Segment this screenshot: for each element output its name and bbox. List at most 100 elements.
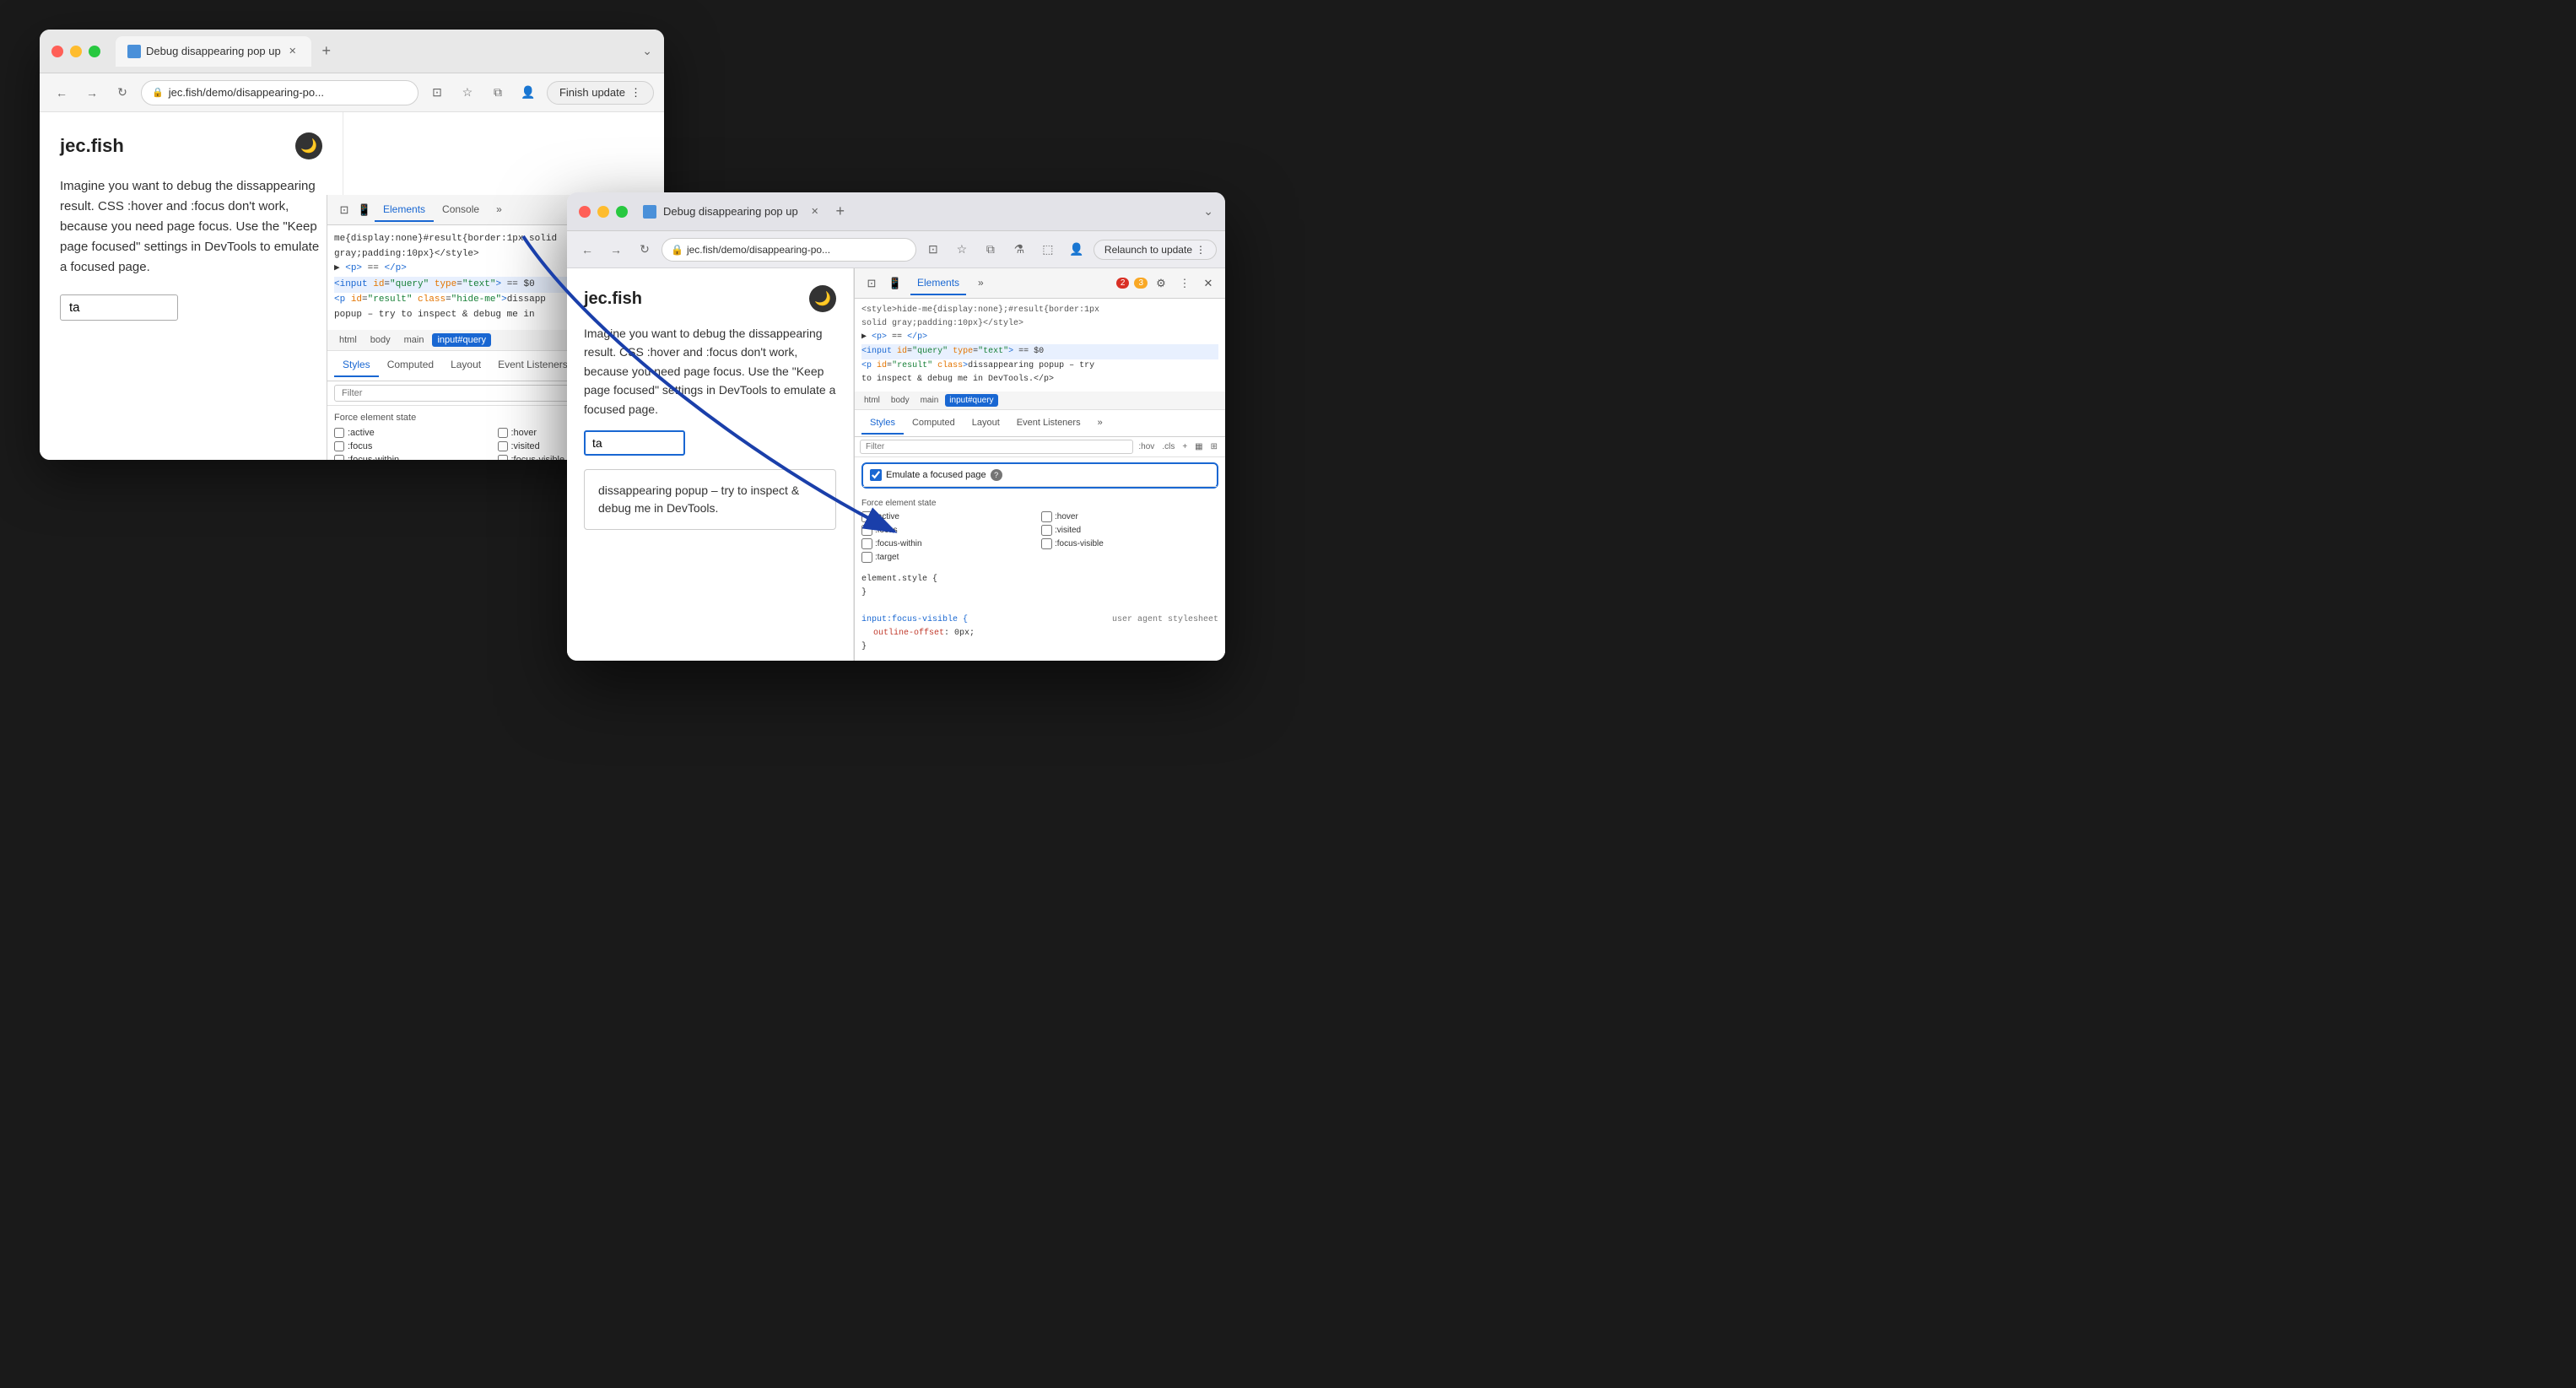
- update-button-2[interactable]: Relaunch to update ⋮: [1094, 240, 1217, 260]
- minimize-button-1[interactable]: [70, 46, 82, 57]
- state-focus-1[interactable]: :focus: [334, 441, 494, 451]
- forward-button-1[interactable]: →: [80, 81, 104, 105]
- back-button-2[interactable]: ←: [575, 238, 599, 262]
- devtools-inspect-icon-2[interactable]: ⊡: [861, 273, 882, 294]
- event-listeners-tab-2[interactable]: Event Listeners: [1008, 413, 1089, 435]
- close-button-2[interactable]: [579, 206, 591, 218]
- state-focus-visible-2[interactable]: :focus-visible: [1041, 538, 1218, 549]
- maximize-button-1[interactable]: [89, 46, 100, 57]
- devtools-device-icon-2[interactable]: 📱: [885, 273, 905, 294]
- breadcrumb-html-1[interactable]: html: [334, 333, 362, 347]
- hov-btn-2[interactable]: :hov: [1136, 440, 1157, 453]
- new-tab-button-1[interactable]: +: [315, 40, 338, 63]
- computed-tab-1[interactable]: Computed: [379, 354, 442, 377]
- devtools-inspect-icon-1[interactable]: ⊡: [334, 200, 354, 220]
- tab-title-1: Debug disappearing pop up: [146, 45, 281, 57]
- tab-close-1[interactable]: ✕: [286, 45, 300, 58]
- reload-button-2[interactable]: ↻: [633, 238, 656, 262]
- new-tab-button-2[interactable]: +: [829, 200, 852, 224]
- dark-mode-btn-2[interactable]: 🌙: [809, 285, 836, 312]
- emulate-focus-checkbox[interactable]: [870, 469, 882, 481]
- state-focus-2[interactable]: :focus: [861, 525, 1039, 536]
- reload-button-1[interactable]: ↻: [111, 81, 134, 105]
- breadcrumb-body-2[interactable]: body: [887, 394, 914, 407]
- update-menu-icon-2: ⋮: [1196, 244, 1206, 256]
- breadcrumb-main-1[interactable]: main: [399, 333, 429, 347]
- forward-button-2[interactable]: →: [604, 238, 628, 262]
- state-hover-2[interactable]: :hover: [1041, 511, 1218, 522]
- bookmark-button-1[interactable]: ☆: [456, 81, 479, 105]
- state-target-2[interactable]: :target: [861, 552, 1039, 563]
- maximize-button-2[interactable]: [616, 206, 628, 218]
- active-tab-1[interactable]: Debug disappearing pop up ✕: [116, 36, 311, 67]
- devtools-tab-more-2[interactable]: »: [969, 272, 992, 295]
- state-visited-2[interactable]: :visited: [1041, 525, 1218, 536]
- event-listeners-tab-1[interactable]: Event Listeners: [489, 354, 576, 377]
- state-active-1[interactable]: :active: [334, 428, 494, 438]
- share-button-2[interactable]: ⊡: [921, 238, 945, 262]
- update-button-1[interactable]: Finish update ⋮: [547, 81, 654, 105]
- breadcrumb-input-2[interactable]: input#query: [945, 394, 997, 407]
- breadcrumb-body-1[interactable]: body: [365, 333, 396, 347]
- devtools-device-icon-1[interactable]: 📱: [354, 200, 375, 220]
- titlebar-dropdown-1[interactable]: ⌄: [642, 44, 652, 58]
- bookmark-button-2[interactable]: ☆: [950, 238, 974, 262]
- devtools-tab-elements-1[interactable]: Elements: [375, 198, 434, 222]
- devtools-tab-console-1[interactable]: Console: [434, 198, 488, 222]
- cast-button-1[interactable]: ⊡: [425, 81, 449, 105]
- extensions-button-2[interactable]: ⧉: [979, 238, 1002, 262]
- filter-input-2[interactable]: [860, 440, 1133, 454]
- minimize-button-2[interactable]: [597, 206, 609, 218]
- devtools-tab-more-1[interactable]: »: [488, 198, 510, 222]
- browser-window-2: Debug disappearing pop up ✕ + ⌄ ← → ↻ 🔒 …: [567, 192, 1225, 661]
- tab-area-1: Debug disappearing pop up ✕ +: [116, 36, 635, 67]
- layout-tab-2[interactable]: Layout: [964, 413, 1008, 435]
- site-panel-1: jec.fish 🌙 Imagine you want to debug the…: [40, 112, 343, 460]
- breadcrumb-html-2[interactable]: html: [860, 394, 884, 407]
- ua-rule: input:focus-visible {: [861, 613, 968, 627]
- styles-tab-2[interactable]: Styles: [861, 413, 904, 435]
- site-title-2: jec.fish: [584, 289, 642, 309]
- demo-input-2[interactable]: [584, 430, 685, 456]
- plus-btn-2[interactable]: +: [1180, 440, 1190, 453]
- layout-icon-btn-2[interactable]: ▦: [1192, 440, 1205, 453]
- tab-close-2[interactable]: ✕: [808, 205, 822, 219]
- site-description-2: Imagine you want to debug the dissappear…: [584, 324, 836, 419]
- titlebar-1: Debug disappearing pop up ✕ + ⌄: [40, 30, 664, 73]
- update-button-label-2: Relaunch to update: [1104, 244, 1192, 256]
- force-state-title-2: Force element state: [861, 499, 1218, 508]
- devtools-more-icon-2[interactable]: ⋮: [1175, 273, 1195, 294]
- state-focus-within-1[interactable]: :focus-within: [334, 455, 494, 460]
- site-panel-2: jec.fish 🌙 Imagine you want to debug the…: [567, 268, 854, 661]
- tab-favicon-1: [127, 45, 141, 58]
- sidebar-button-2[interactable]: ⬚: [1036, 238, 1060, 262]
- devtools-close-icon-2[interactable]: ✕: [1198, 273, 1218, 294]
- address-bar-1[interactable]: 🔒 jec.fish/demo/disappearing-po...: [141, 80, 419, 105]
- profile-button-1[interactable]: 👤: [516, 81, 540, 105]
- address-bar-2[interactable]: 🔒 jec.fish/demo/disappearing-po...: [662, 238, 916, 262]
- demo-input-1[interactable]: [60, 294, 178, 321]
- styles-tab-1[interactable]: Styles: [334, 354, 379, 377]
- state-active-2[interactable]: :active: [861, 511, 1039, 522]
- breadcrumb-main-2[interactable]: main: [916, 394, 943, 407]
- titlebar-dropdown-2[interactable]: ⌄: [1203, 204, 1213, 219]
- more-styles-tab-2[interactable]: »: [1089, 413, 1111, 435]
- devtools-settings-icon-2[interactable]: ⚙: [1151, 273, 1171, 294]
- dark-mode-btn-1[interactable]: 🌙: [295, 132, 322, 159]
- layout-tab-1[interactable]: Layout: [442, 354, 489, 377]
- devtools-tab-elements-2[interactable]: Elements: [910, 272, 966, 295]
- close-button-1[interactable]: [51, 46, 63, 57]
- computed-tab-2[interactable]: Computed: [904, 413, 964, 435]
- cls-btn-2[interactable]: .cls: [1159, 440, 1177, 453]
- back-button-1[interactable]: ←: [50, 81, 73, 105]
- profile-button-2[interactable]: 👤: [1065, 238, 1088, 262]
- lab-button-2[interactable]: ⚗: [1007, 238, 1031, 262]
- grid-icon-btn-2[interactable]: ⊞: [1208, 440, 1220, 453]
- extensions-button-1[interactable]: ⧉: [486, 81, 510, 105]
- emulate-focus-help-icon[interactable]: ?: [991, 469, 1002, 481]
- breadcrumb-input-1[interactable]: input#query: [432, 333, 491, 347]
- filter-input-1[interactable]: [334, 385, 571, 402]
- devtools-header-2: ⊡ 📱 Elements » 2 3 ⚙ ⋮ ✕: [855, 268, 1225, 299]
- devtools-panel-2: ⊡ 📱 Elements » 2 3 ⚙ ⋮ ✕ <style>hide-me{…: [854, 268, 1225, 661]
- state-focus-within-2[interactable]: :focus-within: [861, 538, 1039, 549]
